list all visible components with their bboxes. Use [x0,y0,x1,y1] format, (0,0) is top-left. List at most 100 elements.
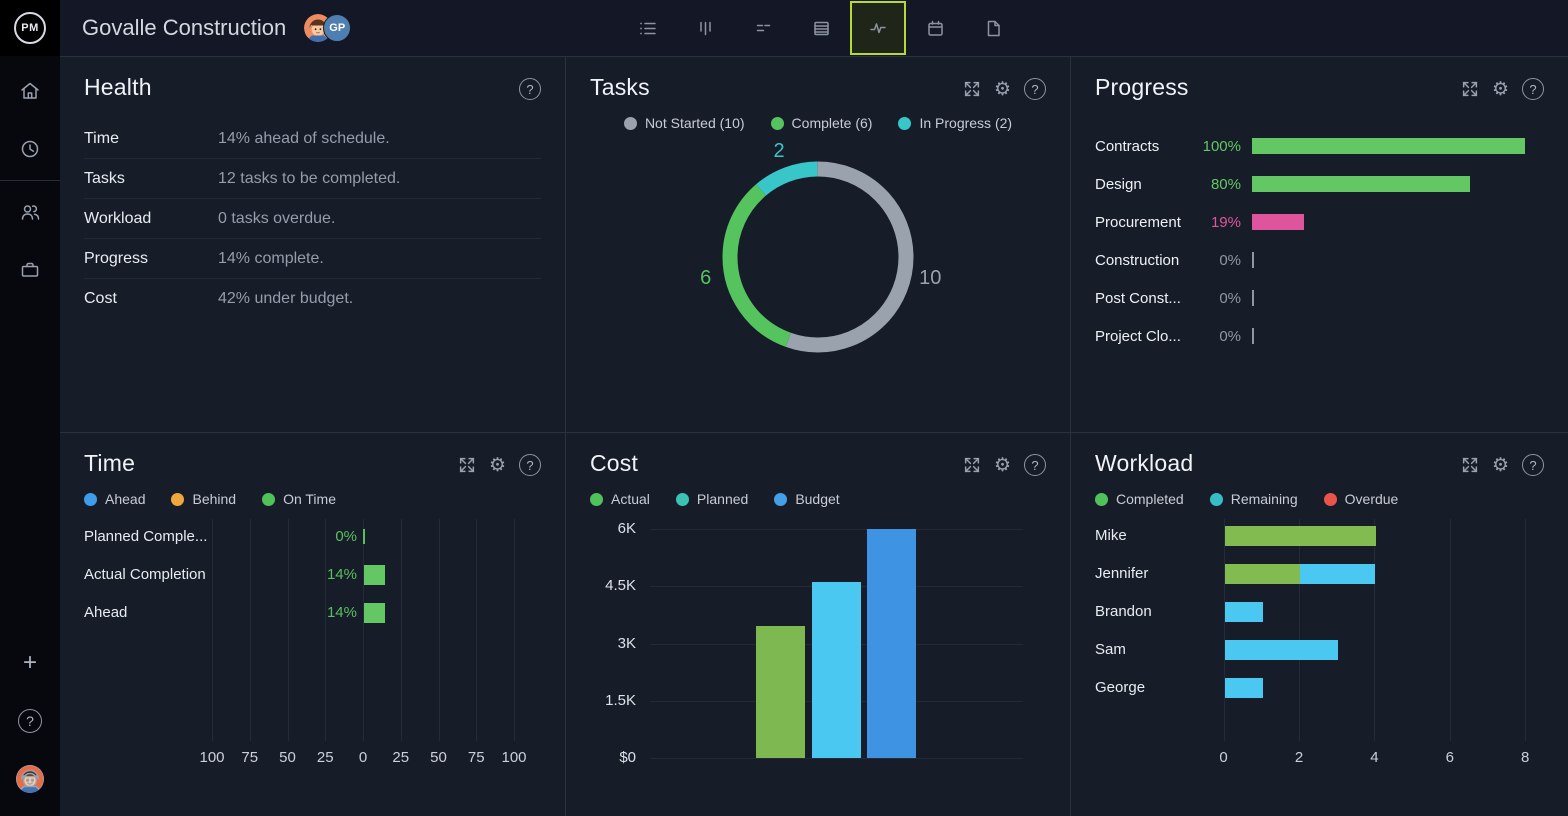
y-axis-tick: $0 [619,749,636,766]
workload-panel: Workload ⚙ ? Completed Remaining Overdue 0… [1071,433,1568,816]
progress-bar[interactable] [1252,214,1304,230]
workload-bar-completed[interactable] [1224,526,1376,546]
time-row-label: Ahead [84,604,128,621]
app-header: PM Govalle Construction GP [0,0,1568,56]
x-axis-tick: 0 [1219,749,1228,766]
y-axis-tick: 3K [617,634,636,652]
expand-icon[interactable] [1461,456,1479,474]
dashboard-view-tab[interactable] [850,1,906,55]
workload-bar-completed[interactable] [1224,564,1300,584]
progress-bar-zone [1252,138,1525,154]
sidebar-item-portfolio[interactable] [0,241,60,299]
table-view-tab[interactable] [792,0,850,56]
workload-bar-remaining[interactable] [1224,602,1263,622]
legend-item: In Progress (2) [898,115,1012,131]
sidebar-add-button[interactable]: + [0,634,60,692]
gridline [1223,519,1225,741]
sidebar-help-button[interactable]: ? [0,692,60,750]
legend-dot [590,492,603,506]
time-panel: Time ⚙ ? Ahead Behind On Time 100 75 50 25 0 25… [60,433,565,816]
time-bar[interactable] [364,603,385,623]
cost-panel: Cost ⚙ ? Actual Planned Budget 6K 4.5K 3K 1.5… [566,433,1070,816]
help-icon[interactable]: ? [1522,454,1544,476]
sidebar-item-team[interactable] [0,183,60,241]
help-icon[interactable]: ? [519,78,541,100]
zero-tick [363,529,365,544]
gantt-view-tab[interactable] [734,0,792,56]
health-row: Progress 14% complete. [84,239,541,279]
plus-icon: + [22,649,37,676]
expand-icon[interactable] [1461,80,1479,98]
time-chart: 100 75 50 25 0 25 50 75 100 Planned Comple... 0% Ac… [84,519,541,771]
gridline [1374,519,1376,741]
help-icon: ? [18,709,42,733]
legend-item: Planned [675,491,749,507]
workload-bar-remaining[interactable] [1300,564,1375,584]
legend-dot [675,492,689,506]
gridline [650,529,1023,530]
progress-row-percent: 100% [1202,137,1241,155]
settings-icon[interactable]: ⚙ [994,456,1011,475]
health-row-value: 0 tasks overdue. [218,209,336,227]
gantt-view-icon [756,24,770,31]
member-avatars[interactable]: GP [304,14,352,42]
gridline [212,519,213,741]
settings-icon[interactable]: ⚙ [1492,80,1509,99]
legend-label: Planned [696,491,749,507]
settings-icon[interactable]: ⚙ [994,80,1011,99]
help-icon[interactable]: ? [519,454,541,476]
docs-view-tab[interactable] [964,0,1022,56]
legend-label: Remaining [1230,491,1298,507]
member-avatar-initials[interactable]: GP [323,14,352,42]
calendar-view-tab[interactable] [906,0,964,56]
cost-chart: 6K 4.5K 3K 1.5K $0 [590,519,1046,771]
legend-label: Completed [1116,491,1184,507]
help-icon[interactable]: ? [1024,78,1046,100]
help-icon[interactable]: ? [1522,78,1544,100]
workload-panel-title: Workload [1095,450,1194,476]
settings-icon[interactable]: ⚙ [489,456,506,475]
workload-bar-remaining[interactable] [1224,678,1263,698]
settings-icon[interactable]: ⚙ [1492,456,1509,475]
sidebar-divider [0,180,60,181]
gridline [1525,519,1527,741]
progress-bar[interactable] [1252,176,1470,192]
health-row-value: 14% ahead of schedule. [218,129,390,147]
app-logo[interactable]: PM [0,0,60,56]
progress-row: Contracts 100% [1095,127,1544,165]
legend-label: On Time [283,491,336,507]
legend-item: Completed [1095,491,1184,507]
sidebar-user-avatar[interactable] [0,750,60,808]
tasks-donut-chart: 10 6 2 [590,133,1046,385]
progress-row-label: Project Clo... [1095,327,1181,345]
project-title: Govalle Construction [82,15,287,40]
cost-bar[interactable] [756,626,805,758]
board-view-tab[interactable] [676,0,734,56]
expand-icon[interactable] [963,80,981,98]
health-row: Workload 0 tasks overdue. [84,199,541,239]
time-bar[interactable] [364,565,385,585]
legend-item: Budget [774,491,840,507]
help-icon[interactable]: ? [1024,454,1046,476]
expand-icon[interactable] [963,456,981,474]
health-rows: Time 14% ahead of schedule. Tasks 12 tasks … [84,119,541,319]
list-view-tab[interactable] [618,0,676,56]
health-row: Time 14% ahead of schedule. [84,119,541,159]
cost-bar[interactable] [867,529,916,758]
progress-row: Design 80% [1095,165,1544,203]
gridline [325,519,327,741]
time-row-percent: 14% [326,566,357,583]
workload-row-label: Jennifer [1095,565,1149,582]
workload-bar-remaining[interactable] [1224,640,1338,660]
progress-bar[interactable] [1252,138,1525,154]
sidebar-item-timer[interactable] [0,120,60,178]
expand-icon[interactable] [458,456,476,474]
progress-row-percent: 0% [1219,289,1241,307]
tasks-panel-title: Tasks [590,74,650,100]
cost-bar[interactable] [811,582,861,758]
x-axis-tick: 6 [1445,749,1454,766]
sidebar-item-home[interactable] [0,62,60,120]
list-view-icon [639,22,656,34]
time-row-percent: 14% [326,604,357,621]
health-row-label: Progress [84,249,149,267]
